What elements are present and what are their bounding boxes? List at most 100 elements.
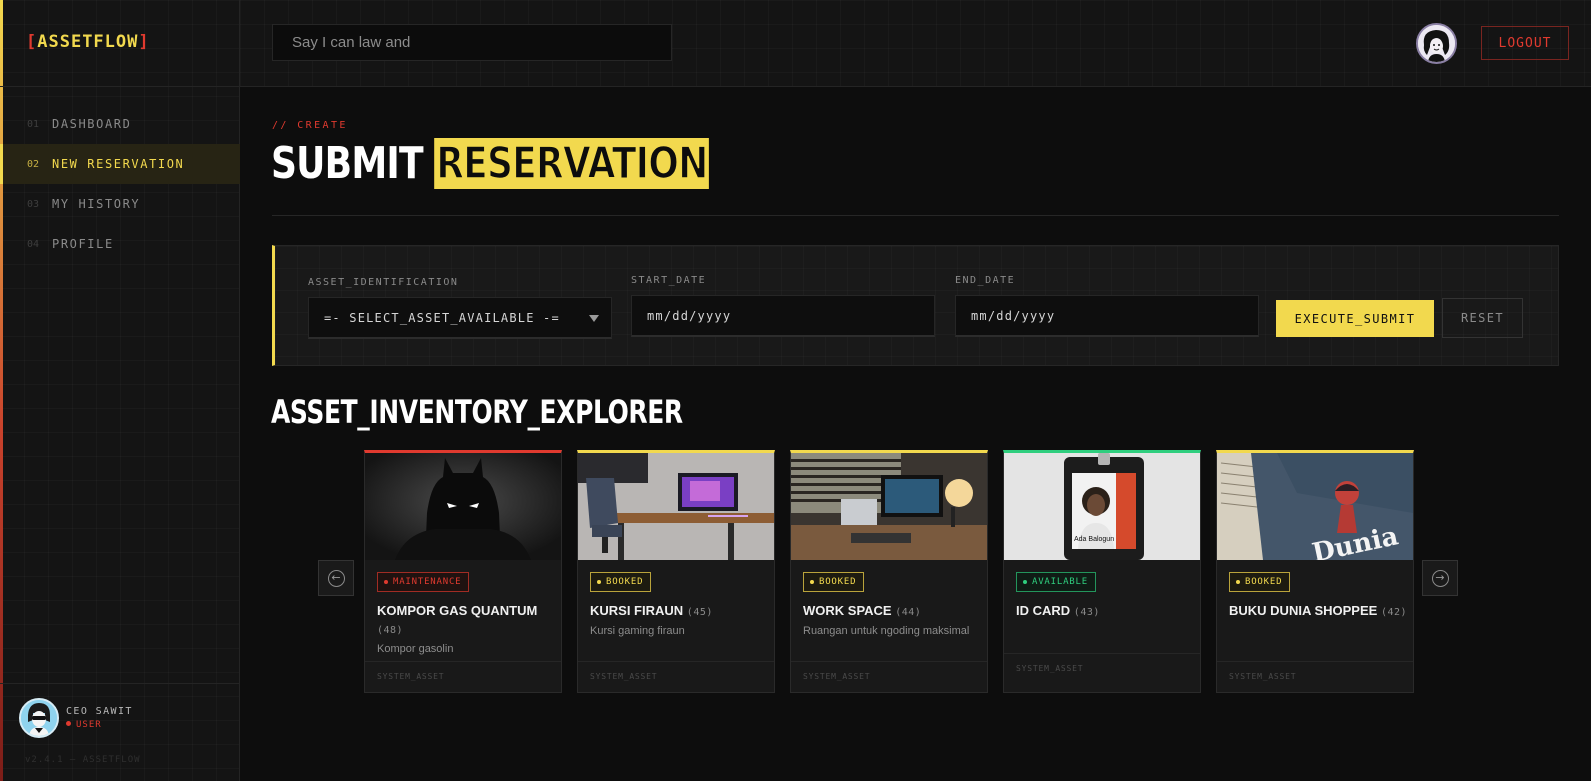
arrow-right-icon: → <box>1431 569 1449 587</box>
status-dot-icon <box>1023 580 1027 584</box>
asset-footer: SYSTEM_ASSET <box>1217 661 1413 681</box>
asset-card[interactable]: Dunia BOOKED BUKU DUNIA SHOPPEE (42) SYS… <box>1216 450 1414 693</box>
asset-name-text: KURSI FIRAUN <box>590 603 684 618</box>
search-input[interactable] <box>272 24 672 61</box>
status-badge: BOOKED <box>590 572 652 592</box>
status-dot-icon <box>384 580 388 584</box>
asset-description: Kursi gaming firaun <box>590 625 685 637</box>
arrow-left-icon: ← <box>327 569 345 587</box>
role-dot-icon <box>66 721 71 726</box>
sidebar: [ASSETFLOW] 01 DASHBOARD 02 NEW RESERVAT… <box>0 0 240 781</box>
asset-footer: SYSTEM_ASSET <box>365 661 561 681</box>
asset-name: ID CARD (43) <box>1016 602 1196 622</box>
inventory-title: ASSET_INVENTORY_EXPLORER <box>271 393 683 431</box>
asset-description: Ruangan untuk ngoding maksimal <box>803 625 970 637</box>
reset-button[interactable]: RESET <box>1442 298 1523 338</box>
status-badge: AVAILABLE <box>1016 572 1096 592</box>
user-panel: CEO SAWIT USER v2.4.1 — ASSETFLOW <box>0 683 240 781</box>
asset-field-label: ASSET_IDENTIFICATION <box>308 277 459 288</box>
sidebar-item-label: MY HISTORY <box>52 197 141 211</box>
user-name: CEO SAWIT <box>66 706 133 717</box>
user-role-label: USER <box>76 720 102 730</box>
logo-bracket-open: [ <box>26 32 38 52</box>
asset-name-text: WORK SPACE <box>803 603 892 618</box>
page-title-plain: SUBMIT <box>271 138 424 189</box>
nav-number: 03 <box>27 198 40 210</box>
asset-select-value: =- SELECT_ASSET_AVAILABLE -= <box>324 310 560 325</box>
sidebar-item-my-history[interactable]: 03 MY HISTORY <box>0 184 240 224</box>
divider <box>272 215 1559 216</box>
status-badge: BOOKED <box>1229 572 1291 592</box>
nav-number: 04 <box>27 238 40 250</box>
sidebar-item-label: PROFILE <box>52 237 114 251</box>
user-card[interactable]: CEO SAWIT USER <box>19 698 240 738</box>
asset-name: BUKU DUNIA SHOPPEE (42) <box>1229 602 1409 622</box>
avatar[interactable] <box>19 698 59 738</box>
asset-select[interactable]: =- SELECT_ASSET_AVAILABLE -= <box>308 297 612 339</box>
asset-footer: SYSTEM_ASSET <box>578 661 774 681</box>
asset-footer: SYSTEM_ASSET <box>791 661 987 681</box>
logout-button[interactable]: LOGOUT <box>1481 26 1569 60</box>
start-date-label: START_DATE <box>631 275 707 286</box>
user-meta: CEO SAWIT USER <box>66 706 133 730</box>
asset-name-text: ID CARD <box>1016 603 1071 618</box>
asset-description: Kompor gasolin <box>377 643 454 655</box>
asset-image <box>791 453 987 560</box>
execute-submit-button[interactable]: EXECUTE_SUBMIT <box>1276 300 1434 337</box>
asset-card[interactable]: BOOKED WORK SPACE (44) Ruangan untuk ngo… <box>790 450 988 693</box>
sidebar-item-dashboard[interactable]: 01 DASHBOARD <box>0 104 240 144</box>
id-card-name: Ada Balogun <box>1074 536 1114 543</box>
asset-name: KOMPOR GAS QUANTUM (48) <box>377 602 557 640</box>
app-version: v2.4.1 — ASSETFLOW <box>25 755 141 765</box>
sidebar-item-profile[interactable]: 04 PROFILE <box>0 224 240 264</box>
status-badge-label: BOOKED <box>819 577 857 587</box>
status-dot-icon <box>597 580 601 584</box>
sidebar-nav: 01 DASHBOARD 02 NEW RESERVATION 03 MY HI… <box>0 104 240 264</box>
status-badge-label: AVAILABLE <box>1032 577 1088 587</box>
end-date-input[interactable]: mm/dd/yyyy <box>955 295 1259 337</box>
nav-number: 02 <box>27 158 40 170</box>
sidebar-item-new-reservation[interactable]: 02 NEW RESERVATION <box>0 144 240 184</box>
status-badge: MAINTENANCE <box>377 572 470 592</box>
asset-image: Dunia <box>1217 453 1413 560</box>
main-content: // CREATE SUBMIT RESERVATION ASSET_IDENT… <box>240 87 1591 781</box>
start-date-input[interactable]: mm/dd/yyyy <box>631 295 935 337</box>
app-logo[interactable]: [ASSETFLOW] <box>26 32 240 52</box>
asset-footer: SYSTEM_ASSET <box>1004 653 1200 673</box>
reservation-form: ASSET_IDENTIFICATION =- SELECT_ASSET_AVA… <box>272 245 1559 366</box>
sidebar-item-label: NEW RESERVATION <box>52 157 185 171</box>
asset-image <box>365 453 561 560</box>
logo-bracket-close: ] <box>138 32 150 52</box>
asset-name: KURSI FIRAUN (45) <box>590 602 770 622</box>
carousel-prev-button[interactable]: ← <box>318 560 354 596</box>
asset-card[interactable]: MAINTENANCE KOMPOR GAS QUANTUM (48) Komp… <box>364 450 562 693</box>
asset-count: (44) <box>895 607 922 618</box>
asset-card[interactable]: Ada Balogun AVAILABLE ID CARD (43) SYSTE… <box>1003 450 1201 693</box>
asset-name-text: BUKU DUNIA SHOPPEE <box>1229 603 1378 618</box>
asset-card[interactable]: BOOKED KURSI FIRAUN (45) Kursi gaming fi… <box>577 450 775 693</box>
page-title: SUBMIT RESERVATION <box>271 137 710 190</box>
status-dot-icon <box>810 580 814 584</box>
page-title-highlight: RESERVATION <box>434 137 710 190</box>
logo-text: ASSETFLOW <box>37 32 139 52</box>
status-badge-label: BOOKED <box>606 577 644 587</box>
asset-image <box>578 453 774 560</box>
status-badge: BOOKED <box>803 572 865 592</box>
profile-avatar[interactable] <box>1416 23 1457 64</box>
asset-count: (42) <box>1380 607 1408 618</box>
logo-area: [ASSETFLOW] <box>0 0 240 87</box>
asset-count: (45) <box>686 607 713 618</box>
topbar: LOGOUT <box>240 0 1591 87</box>
asset-name-text: KOMPOR GAS QUANTUM <box>377 603 538 618</box>
user-role: USER <box>66 720 133 730</box>
carousel-next-button[interactable]: → <box>1422 560 1458 596</box>
end-date-label: END_DATE <box>955 275 1016 286</box>
end-date-placeholder: mm/dd/yyyy <box>971 308 1056 323</box>
status-badge-label: BOOKED <box>1245 577 1283 587</box>
asset-name: WORK SPACE (44) <box>803 602 983 622</box>
status-dot-icon <box>1236 580 1240 584</box>
status-badge-label: MAINTENANCE <box>393 577 462 587</box>
nav-number: 01 <box>27 118 40 130</box>
asset-image: Ada Balogun <box>1004 453 1200 560</box>
sidebar-item-label: DASHBOARD <box>52 117 132 131</box>
